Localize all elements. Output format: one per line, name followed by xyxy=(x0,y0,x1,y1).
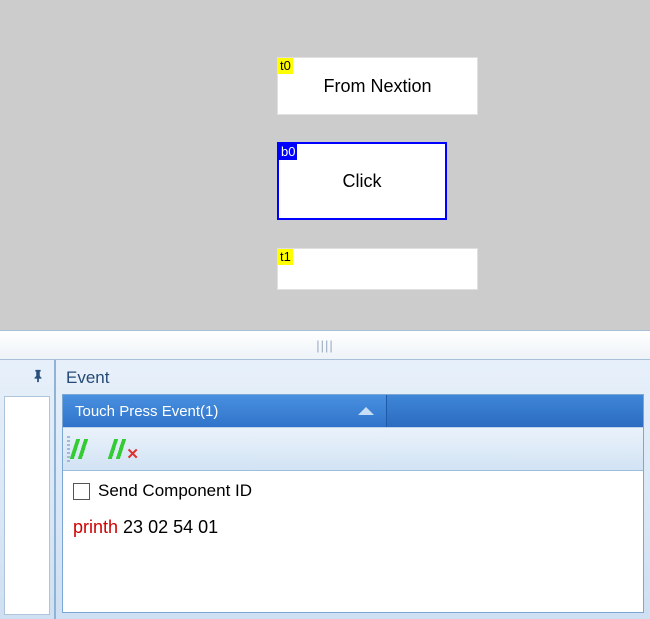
component-b0-text: Click xyxy=(279,144,445,218)
send-component-id-row: Send Component ID xyxy=(73,481,633,501)
component-tag-b0: b0 xyxy=(279,144,297,160)
tab-active-arrow-icon xyxy=(358,407,374,415)
lower-panels: Event Touch Press Event(1) ✕ xyxy=(0,360,650,619)
component-tag-t0: t0 xyxy=(278,58,293,74)
event-toolbar: ✕ xyxy=(63,427,643,471)
code-keyword: printh xyxy=(73,517,118,537)
event-panel-title: Event xyxy=(58,362,648,394)
event-box: Touch Press Event(1) ✕ Send Component ID xyxy=(62,394,644,613)
send-component-id-checkbox[interactable] xyxy=(73,483,90,500)
component-tag-t1: t1 xyxy=(278,249,293,265)
component-t0-textbox[interactable]: t0 From Nextion xyxy=(277,57,478,115)
send-component-id-label: Send Component ID xyxy=(98,481,252,501)
design-canvas[interactable]: t0 From Nextion b0 Click t1 xyxy=(0,0,650,330)
event-panel: Event Touch Press Event(1) ✕ xyxy=(55,360,650,619)
left-panel-body xyxy=(4,396,50,615)
splitter-grip-icon: |||| xyxy=(316,338,334,353)
component-t0-text: From Nextion xyxy=(278,58,477,114)
pin-icon[interactable] xyxy=(30,368,46,384)
tab-touch-press-event[interactable]: Touch Press Event(1) xyxy=(63,395,387,427)
code-args: 23 02 54 01 xyxy=(123,517,218,537)
event-tabbar: Touch Press Event(1) xyxy=(63,395,643,427)
event-tab-label: Touch Press Event(1) xyxy=(75,403,218,420)
component-t1-textbox[interactable]: t1 xyxy=(277,248,478,290)
event-body: Send Component ID printh 23 02 54 01 xyxy=(63,471,643,548)
toolbar-add-code-icon[interactable] xyxy=(73,437,97,461)
toolbar-delete-code-icon[interactable]: ✕ xyxy=(111,437,135,461)
event-code-editor[interactable]: printh 23 02 54 01 xyxy=(73,517,633,538)
component-b0-button[interactable]: b0 Click xyxy=(277,142,447,220)
left-side-panel xyxy=(0,360,55,619)
horizontal-splitter[interactable]: |||| xyxy=(0,330,650,360)
component-t1-text xyxy=(278,249,477,289)
